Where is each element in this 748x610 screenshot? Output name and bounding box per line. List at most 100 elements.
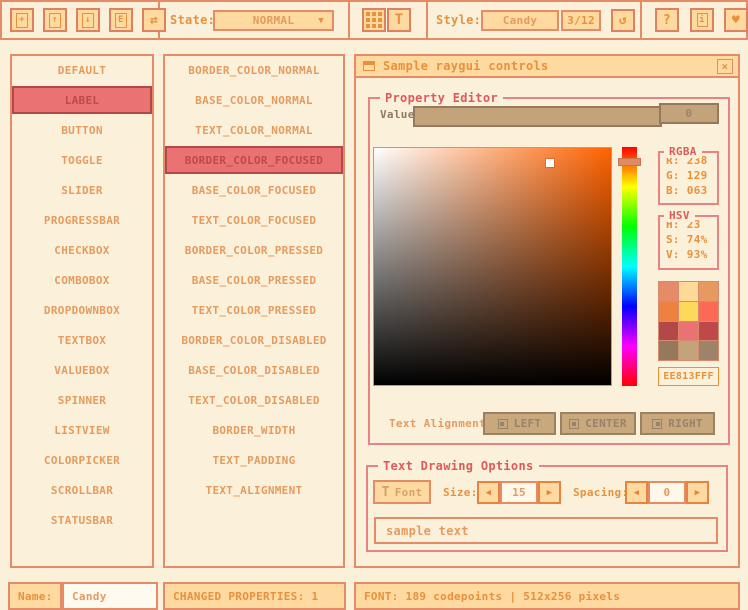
- open-file-icon: ↑: [49, 13, 61, 28]
- color-picker-cursor[interactable]: [546, 159, 554, 167]
- style-color-swatch[interactable]: [699, 341, 718, 360]
- property-item-border_width[interactable]: BORDER_WIDTH: [165, 416, 343, 444]
- control-item-dropdownbox[interactable]: DROPDOWNBOX: [12, 296, 152, 324]
- list-item-label: TOGGLE: [61, 154, 103, 167]
- property-item-base_color_focused[interactable]: BASE_COLOR_FOCUSED: [165, 176, 343, 204]
- control-item-listview[interactable]: LISTVIEW: [12, 416, 152, 444]
- color-picker-area[interactable]: [373, 147, 612, 386]
- randomize-style-button[interactable]: ⇄: [142, 8, 166, 32]
- value-slider[interactable]: [413, 106, 662, 127]
- hue-slider[interactable]: [622, 147, 637, 386]
- reload-style-button[interactable]: ↺: [611, 9, 635, 32]
- style-color-swatch[interactable]: [659, 341, 678, 360]
- style-color-swatch[interactable]: [699, 282, 718, 301]
- info-icon: i: [697, 13, 708, 27]
- control-item-toggle[interactable]: TOGGLE: [12, 146, 152, 174]
- control-item-button[interactable]: BUTTON: [12, 116, 152, 144]
- property-item-border_color_normal[interactable]: BORDER_COLOR_NORMAL: [165, 56, 343, 84]
- style-color-swatch[interactable]: [659, 322, 678, 341]
- align-right-icon: [652, 419, 662, 429]
- spacing-label: Spacing:: [573, 481, 628, 504]
- style-color-swatch[interactable]: [679, 282, 698, 301]
- font-text-icon: T: [382, 485, 390, 500]
- help-button[interactable]: ?: [655, 8, 679, 32]
- property-item-border_color_pressed[interactable]: BORDER_COLOR_PRESSED: [165, 236, 343, 264]
- property-item-base_color_pressed[interactable]: BASE_COLOR_PRESSED: [165, 266, 343, 294]
- control-item-checkbox[interactable]: CHECKBOX: [12, 236, 152, 264]
- size-increase-button[interactable]: ▶: [538, 481, 561, 504]
- spacing-increase-button[interactable]: ▶: [686, 481, 709, 504]
- style-color-swatch[interactable]: [679, 322, 698, 341]
- list-item-label: TEXT_PADDING: [212, 454, 295, 467]
- align-center-button[interactable]: CENTER: [560, 412, 636, 435]
- style-color-swatch[interactable]: [699, 322, 718, 341]
- style-color-swatch[interactable]: [679, 302, 698, 321]
- control-item-statusbar[interactable]: STATUSBAR: [12, 506, 152, 534]
- size-value-box[interactable]: 15: [500, 481, 538, 504]
- hsv-saturation-value: S: 74%: [660, 232, 717, 247]
- hex-value-box[interactable]: EE813FFF: [658, 367, 719, 386]
- list-item-label: BASE_COLOR_NORMAL: [195, 94, 313, 107]
- state-label: State:: [170, 0, 215, 40]
- about-button[interactable]: i: [690, 8, 714, 32]
- style-color-swatch[interactable]: [659, 282, 678, 301]
- property-item-border_color_disabled[interactable]: BORDER_COLOR_DISABLED: [165, 326, 343, 354]
- control-item-label[interactable]: LABEL: [12, 86, 152, 114]
- property-item-text_padding[interactable]: TEXT_PADDING: [165, 446, 343, 474]
- grid-icon: [366, 12, 382, 28]
- control-item-scrollbar[interactable]: SCROLLBAR: [12, 476, 152, 504]
- spacing-decrease-button[interactable]: ◀: [625, 481, 648, 504]
- property-item-text_color_disabled[interactable]: TEXT_COLOR_DISABLED: [165, 386, 343, 414]
- style-name-selector[interactable]: Candy: [481, 10, 559, 31]
- list-item-label: VALUEBOX: [54, 364, 109, 377]
- control-item-textbox[interactable]: TEXTBOX: [12, 326, 152, 354]
- spacing-value-box[interactable]: 0: [648, 481, 686, 504]
- align-center-icon: [569, 419, 579, 429]
- property-item-border_color_focused[interactable]: BORDER_COLOR_FOCUSED: [165, 146, 343, 174]
- control-item-colorpicker[interactable]: COLORPICKER: [12, 446, 152, 474]
- property-item-text_alignment[interactable]: TEXT_ALIGNMENT: [165, 476, 343, 504]
- control-item-default[interactable]: DEFAULT: [12, 56, 152, 84]
- property-item-text_color_normal[interactable]: TEXT_COLOR_NORMAL: [165, 116, 343, 144]
- control-item-combobox[interactable]: COMBOBOX: [12, 266, 152, 294]
- sample-text-box[interactable]: sample text: [374, 517, 718, 544]
- right-arrow-icon: ▶: [547, 488, 553, 498]
- window-titlebar[interactable]: Sample raygui controls ×: [356, 56, 738, 78]
- name-label: Name:: [8, 582, 62, 610]
- close-button[interactable]: ×: [717, 59, 733, 74]
- hsv-group: HSV H: 23 S: 74% V: 93%: [658, 215, 719, 270]
- list-item-label: COLORPICKER: [44, 454, 120, 467]
- control-item-valuebox[interactable]: VALUEBOX: [12, 356, 152, 384]
- font-view-button[interactable]: T: [387, 8, 411, 32]
- style-color-swatch[interactable]: [699, 302, 718, 321]
- font-button[interactable]: T Font: [373, 480, 431, 504]
- size-decrease-button[interactable]: ◀: [477, 481, 500, 504]
- style-color-swatch[interactable]: [679, 341, 698, 360]
- style-color-swatch[interactable]: [659, 302, 678, 321]
- align-left-button[interactable]: LEFT: [483, 412, 556, 435]
- chevron-down-icon: ▼: [318, 16, 324, 26]
- align-right-button[interactable]: RIGHT: [640, 412, 715, 435]
- property-item-text_color_focused[interactable]: TEXT_COLOR_FOCUSED: [165, 206, 343, 234]
- value-box[interactable]: 0: [659, 103, 719, 124]
- style-name-input[interactable]: Candy: [62, 582, 158, 610]
- property-item-base_color_normal[interactable]: BASE_COLOR_NORMAL: [165, 86, 343, 114]
- heart-icon: ♥: [732, 13, 740, 28]
- hsv-title: HSV: [664, 209, 695, 222]
- table-view-button[interactable]: [362, 8, 386, 32]
- save-style-button[interactable]: ↓: [76, 8, 100, 32]
- state-dropdown[interactable]: NORMAL ▼: [213, 10, 334, 31]
- sample-controls-window: Sample raygui controls × Property Editor…: [354, 54, 740, 568]
- sponsor-button[interactable]: ♥: [724, 8, 748, 32]
- style-label: Style:: [436, 0, 481, 40]
- control-item-spinner[interactable]: SPINNER: [12, 386, 152, 414]
- property-item-text_color_pressed[interactable]: TEXT_COLOR_PRESSED: [165, 296, 343, 324]
- export-style-button[interactable]: E: [109, 8, 133, 32]
- new-style-button[interactable]: +: [10, 8, 34, 32]
- style-color-palette: [658, 281, 719, 361]
- control-item-slider[interactable]: SLIDER: [12, 176, 152, 204]
- property-item-base_color_disabled[interactable]: BASE_COLOR_DISABLED: [165, 356, 343, 384]
- control-item-progressbar[interactable]: PROGRESSBAR: [12, 206, 152, 234]
- hue-slider-handle[interactable]: [618, 158, 641, 166]
- load-style-button[interactable]: ↑: [43, 8, 67, 32]
